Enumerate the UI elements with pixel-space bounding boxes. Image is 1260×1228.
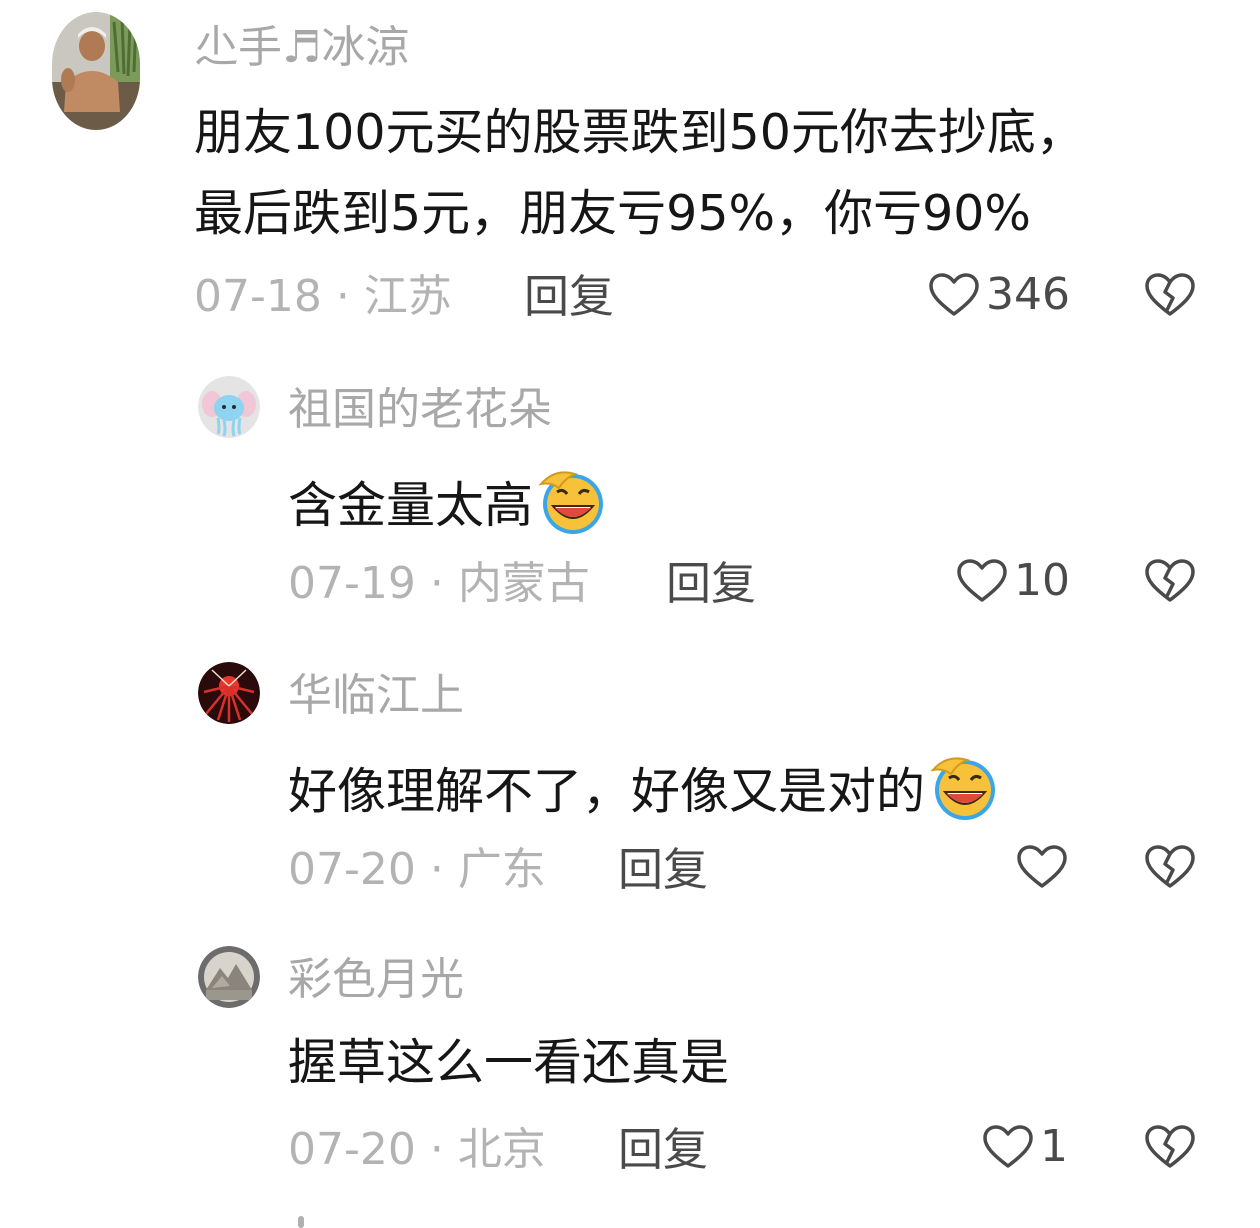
comment-username[interactable]: 尐手♬冰涼 <box>194 26 409 70</box>
comment-text: 朋友100元买的股票跌到50元你去抄底， 最后跌到5元，朋友亏95%，你亏90% <box>194 108 1085 270</box>
comment-text-content: 握草这么一看还真是 <box>288 1034 730 1091</box>
comment-date-location: 07-20 · 北京 <box>288 1124 546 1175</box>
landscape-avatar-icon <box>198 946 260 1008</box>
reply-button[interactable]: 回复 <box>618 1127 708 1172</box>
comment-text: 含金量太高 <box>288 466 609 536</box>
heart-icon <box>983 1125 1033 1168</box>
dislike-button[interactable] <box>1144 558 1196 604</box>
broken-heart-icon <box>1145 273 1195 316</box>
comment-text-content: 好像理解不了，好像又是对的 <box>288 763 926 820</box>
reply-button[interactable]: 回复 <box>524 274 614 319</box>
like-count: 346 <box>986 269 1070 320</box>
laughing-crying-emoji-icon <box>927 752 1001 822</box>
avatar[interactable] <box>198 946 260 1008</box>
avatar[interactable] <box>198 376 260 438</box>
comment-text: 好像理解不了，好像又是对的 <box>288 752 1001 822</box>
man-with-plants-avatar-icon <box>52 12 140 130</box>
comment-text-line: 最后跌到5元，朋友亏95%，你亏90% <box>194 185 1031 242</box>
laughing-crying-emoji-icon <box>535 466 609 536</box>
reply-button[interactable]: 回复 <box>618 847 708 892</box>
dislike-button[interactable] <box>1144 272 1196 318</box>
like-count: 10 <box>1014 555 1070 606</box>
reply-button[interactable]: 回复 <box>666 561 756 606</box>
heart-icon <box>929 273 979 316</box>
dislike-button[interactable] <box>1144 844 1196 890</box>
comment-text-content: 含金量太高 <box>288 477 534 534</box>
broken-heart-icon <box>1145 845 1195 888</box>
cartoon-jellyfish-avatar-icon <box>198 376 260 438</box>
comment-text: 握草这么一看还真是 <box>288 1038 729 1087</box>
like-button[interactable]: 1 <box>982 1124 1068 1170</box>
comment-text-line: 朋友100元买的股票跌到50元你去抄底， <box>194 104 1085 161</box>
dislike-button[interactable] <box>1144 1124 1196 1170</box>
comment-username[interactable]: 彩色月光 <box>288 958 464 1002</box>
avatar[interactable] <box>52 12 140 130</box>
heart-icon <box>957 559 1007 602</box>
broken-heart-icon <box>1145 559 1195 602</box>
avatar[interactable] <box>198 662 260 724</box>
comment-username[interactable]: 华临江上 <box>288 674 464 718</box>
heart-icon <box>1017 845 1067 888</box>
comment-date-location: 07-18 · 江苏 <box>194 271 452 322</box>
like-button[interactable]: 10 <box>956 558 1070 604</box>
comment-date-location: 07-19 · 内蒙古 <box>288 558 590 609</box>
like-count: 1 <box>1040 1121 1068 1172</box>
like-button[interactable]: 346 <box>928 272 1070 318</box>
broken-heart-icon <box>1145 1125 1195 1168</box>
like-button[interactable] <box>1016 844 1068 890</box>
next-comment-cutoff <box>288 1216 378 1228</box>
red-fireworks-avatar-icon <box>198 662 260 724</box>
comment-date-location: 07-20 · 广东 <box>288 844 546 895</box>
comment-username[interactable]: 祖国的老花朵 <box>288 388 552 432</box>
